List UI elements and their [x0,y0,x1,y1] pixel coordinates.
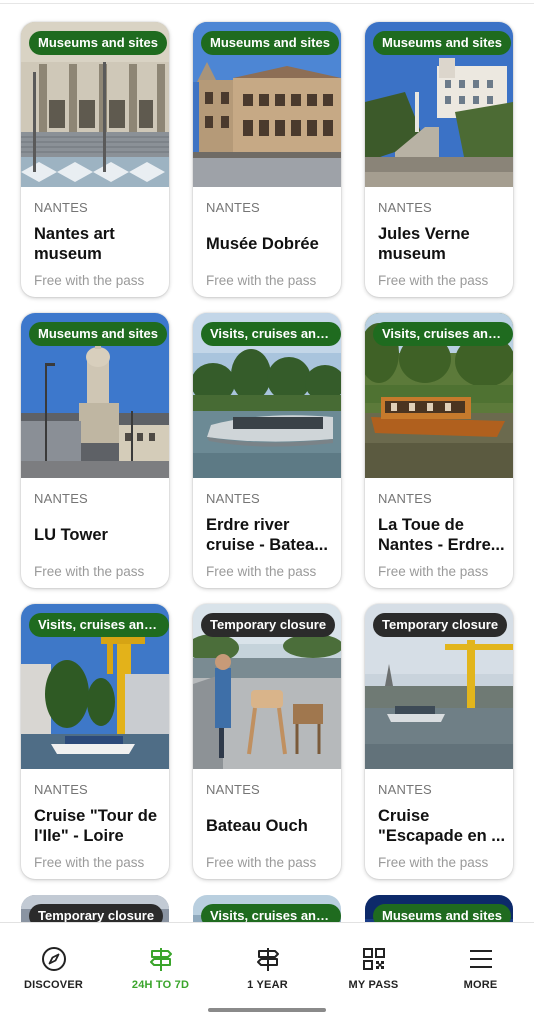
price-label: Free with the pass [378,273,489,288]
nav-discover[interactable]: DISCOVER [0,945,107,995]
lu-tower-photo: Museums and sites [21,313,169,478]
menu-icon [469,950,492,968]
category-badge: Museums and sites [29,322,167,346]
price-label: Free with the pass [34,855,145,870]
city-label: NANTES [206,200,260,215]
nav-label: DISCOVER [23,979,84,991]
attraction-title: La Toue de Nantes - Erdre... [378,516,505,554]
toue-photo: Visits, cruises and ... [365,313,513,478]
home-indicator[interactable] [208,1008,326,1012]
attraction-card[interactable]: Temporary closure NANTES Cruise "Escapad… [365,604,513,879]
attraction-title: Cruise "Tour de l'Ile" - Loire [34,807,158,845]
bottom-navigation: DISCOVER 24H TO 7D 1 YEAR MY PASS MORE [0,922,534,1024]
attraction-title: LU Tower [34,526,108,544]
city-label: NANTES [206,491,260,506]
attraction-card[interactable]: Museums and sites NANTES Musée Dobrée Fr… [193,22,341,297]
attraction-card[interactable]: Museums and sites NANTES Jules Verne mus… [365,22,513,297]
city-label: NANTES [34,200,88,215]
bateau-ouch-photo: Temporary closure [193,604,341,769]
nav-label: 24H TO 7D [131,979,190,991]
price-label: Free with the pass [378,855,489,870]
attraction-title: Erdre river cruise - Batea... [206,516,328,554]
signpost-icon [149,948,172,971]
signpost-icon [256,948,279,971]
nav-my-pass[interactable]: MY PASS [320,945,427,995]
category-badge: Visits, cruises and ... [29,613,169,637]
category-badge: Visits, cruises and ... [373,322,513,346]
attraction-title: Nantes art museum [34,225,115,263]
escapade-photo: Temporary closure [365,604,513,769]
price-label: Free with the pass [34,564,145,579]
attraction-card[interactable]: Temporary closure NANTES Bateau Ouch Fre… [193,604,341,879]
category-badge: Museums and sites [29,31,167,55]
city-label: NANTES [206,782,260,797]
attractions-grid: Museums and sites NANTES Nantes art muse… [21,22,514,879]
nav-24h-to-7d[interactable]: 24H TO 7D [107,945,214,995]
attraction-card[interactable]: Visits, cruises and ... NANTES La Toue d… [365,313,513,588]
city-label: NANTES [378,491,432,506]
category-badge: Visits, cruises and ... [201,322,341,346]
city-label: NANTES [34,491,88,506]
attraction-card[interactable]: Museums and sites NANTES Nantes art muse… [21,22,169,297]
attraction-card[interactable]: Visits, cruises and ... NANTES Erdre riv… [193,313,341,588]
city-label: NANTES [378,200,432,215]
nav-label: 1 YEAR [247,979,288,991]
compass-icon [41,947,66,971]
qr-code-icon [362,948,385,970]
attraction-card[interactable]: Museums and sites NANTES LU Tower Free w… [21,313,169,588]
attraction-title: Musée Dobrée [206,235,319,253]
erdre-cruise-photo: Visits, cruises and ... [193,313,341,478]
jules-verne-photo: Museums and sites [365,22,513,187]
city-label: NANTES [378,782,432,797]
nav-label: MORE [463,979,498,991]
price-label: Free with the pass [206,273,317,288]
price-label: Free with the pass [34,273,145,288]
nav-more[interactable]: MORE [427,945,534,995]
status-badge: Temporary closure [201,613,336,637]
attraction-title: Cruise "Escapade en ... [378,807,506,845]
nav-label: MY PASS [348,979,399,991]
nav-1-year[interactable]: 1 YEAR [214,945,321,995]
dobree-photo: Museums and sites [193,22,341,187]
status-bar-divider [0,0,534,4]
price-label: Free with the pass [378,564,489,579]
tour-ile-photo: Visits, cruises and ... [21,604,169,769]
attraction-title: Bateau Ouch [206,817,308,835]
price-label: Free with the pass [206,855,317,870]
city-label: NANTES [34,782,88,797]
category-badge: Museums and sites [201,31,339,55]
attraction-title: Jules Verne museum [378,225,470,263]
status-badge: Temporary closure [373,613,508,637]
attraction-card[interactable]: Visits, cruises and ... NANTES Cruise "T… [21,604,169,879]
category-badge: Museums and sites [373,31,511,55]
art-museum-photo: Museums and sites [21,22,169,187]
price-label: Free with the pass [206,564,317,579]
